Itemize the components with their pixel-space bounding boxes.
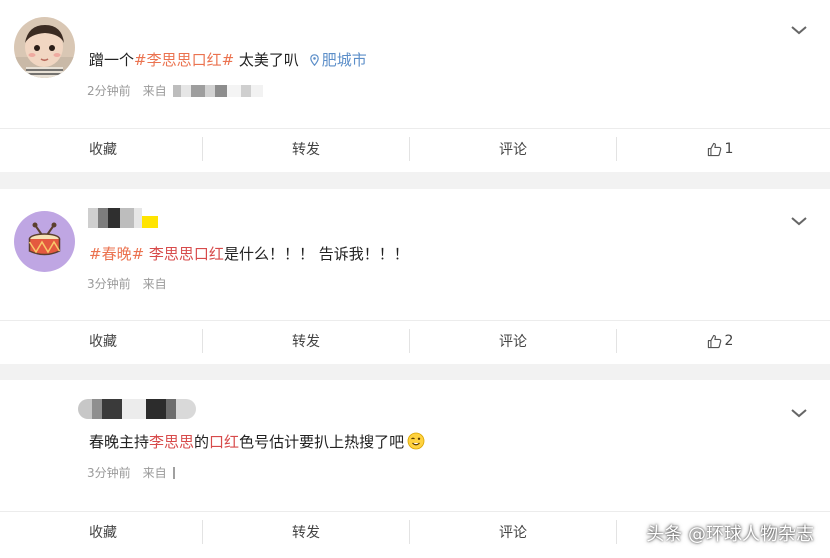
post-text: 春晚主持李思思的口红色号估计要扒上热搜了吧 — [89, 432, 425, 452]
source-device-blurred — [172, 84, 263, 97]
keyword-highlight: 李思思口红 — [148, 245, 224, 263]
chevron-down-icon[interactable] — [790, 24, 808, 36]
like-count: 2 — [724, 333, 734, 349]
username-blurred[interactable] — [88, 208, 158, 228]
post-text-part: 色号估计要扒上热搜了吧 — [239, 433, 405, 451]
drum-avatar-image — [14, 211, 75, 272]
post-source-label: 来自 — [142, 466, 167, 480]
chevron-down-icon[interactable] — [790, 215, 808, 227]
post-text-part: 蹭一个 — [89, 51, 135, 69]
action-bar: 收藏 转发 评论 2 — [0, 320, 830, 361]
repost-button[interactable]: 转发 — [203, 321, 409, 361]
post-time: 2分钟前 — [87, 84, 131, 98]
favorite-label: 收藏 — [89, 525, 117, 541]
keyword-highlight: 口红 — [209, 433, 240, 451]
post-text-part: 春晚主持 — [89, 433, 150, 451]
post-source-label: 来自 — [142, 277, 167, 291]
post-meta: 3分钟前 来自 — [87, 275, 167, 292]
baby-avatar-image — [14, 17, 75, 78]
post-text-part: 太美了叭 — [234, 51, 299, 69]
action-divider — [616, 520, 617, 544]
post-card: 蹭一个#李思思口红# 太美了叭 肥城市 2分钟前 来自 收藏 转发 评论 1 — [0, 0, 830, 172]
post-meta: 2分钟前 来自 — [87, 82, 263, 99]
like-count: 1 — [724, 141, 734, 157]
topic-link[interactable]: #李思思口红# — [134, 51, 234, 69]
post-meta: 3分钟前 来自 — [87, 464, 175, 481]
favorite-label: 收藏 — [89, 334, 117, 350]
post-text-part: 的 — [194, 433, 210, 451]
repost-label: 转发 — [292, 525, 320, 541]
favorite-button[interactable]: 收藏 — [0, 321, 206, 361]
wink-emoji-icon — [407, 432, 425, 450]
comment-button[interactable]: 评论 — [410, 321, 616, 361]
weibo-comment-feed: 蹭一个#李思思口红# 太美了叭 肥城市 2分钟前 来自 收藏 转发 评论 1 #… — [0, 0, 830, 558]
avatar[interactable] — [14, 17, 75, 78]
keyword-highlight: 李思思 — [149, 433, 195, 451]
comment-label: 评论 — [499, 525, 527, 541]
repost-button[interactable]: 转发 — [203, 129, 409, 169]
repost-label: 转发 — [292, 334, 320, 350]
post-time: 3分钟前 — [87, 466, 131, 480]
favorite-button[interactable]: 收藏 — [0, 512, 206, 552]
thumbs-up-icon — [707, 334, 721, 348]
post-card: #春晚# 李思思口红是什么！！！ 告诉我！！！ 3分钟前 来自 收藏 转发 评论… — [0, 189, 830, 364]
thumbs-up-icon — [707, 142, 721, 156]
action-bar: 收藏 转发 评论 1 — [0, 128, 830, 169]
repost-label: 转发 — [292, 142, 320, 158]
username-blurred[interactable] — [78, 399, 196, 419]
post-time: 3分钟前 — [87, 277, 131, 291]
comment-label: 评论 — [499, 142, 527, 158]
location-link[interactable]: 肥城市 — [304, 51, 367, 69]
like-button[interactable]: 1 — [617, 129, 823, 169]
post-text: 蹭一个#李思思口红# 太美了叭 肥城市 — [89, 50, 367, 70]
location-label: 肥城市 — [321, 51, 367, 69]
topic-link[interactable]: #春晚# — [89, 245, 144, 263]
like-button[interactable]: 2 — [617, 321, 823, 361]
comment-button[interactable]: 评论 — [410, 129, 616, 169]
favorite-label: 收藏 — [89, 142, 117, 158]
repost-button[interactable]: 转发 — [203, 512, 409, 552]
comment-button[interactable]: 评论 — [410, 512, 616, 552]
avatar[interactable] — [14, 211, 75, 272]
post-text: #春晚# 李思思口红是什么！！！ 告诉我！！！ — [89, 244, 409, 264]
comment-label: 评论 — [499, 334, 527, 350]
location-pin-icon — [309, 54, 319, 66]
source-device-blurred — [172, 466, 175, 479]
chevron-down-icon[interactable] — [790, 407, 808, 419]
favorite-button[interactable]: 收藏 — [0, 129, 206, 169]
watermark: 头条 @环球人物杂志 — [646, 524, 814, 545]
post-text-part: 是什么！！！ 告诉我！！！ — [223, 245, 409, 263]
post-source-label: 来自 — [142, 84, 167, 98]
